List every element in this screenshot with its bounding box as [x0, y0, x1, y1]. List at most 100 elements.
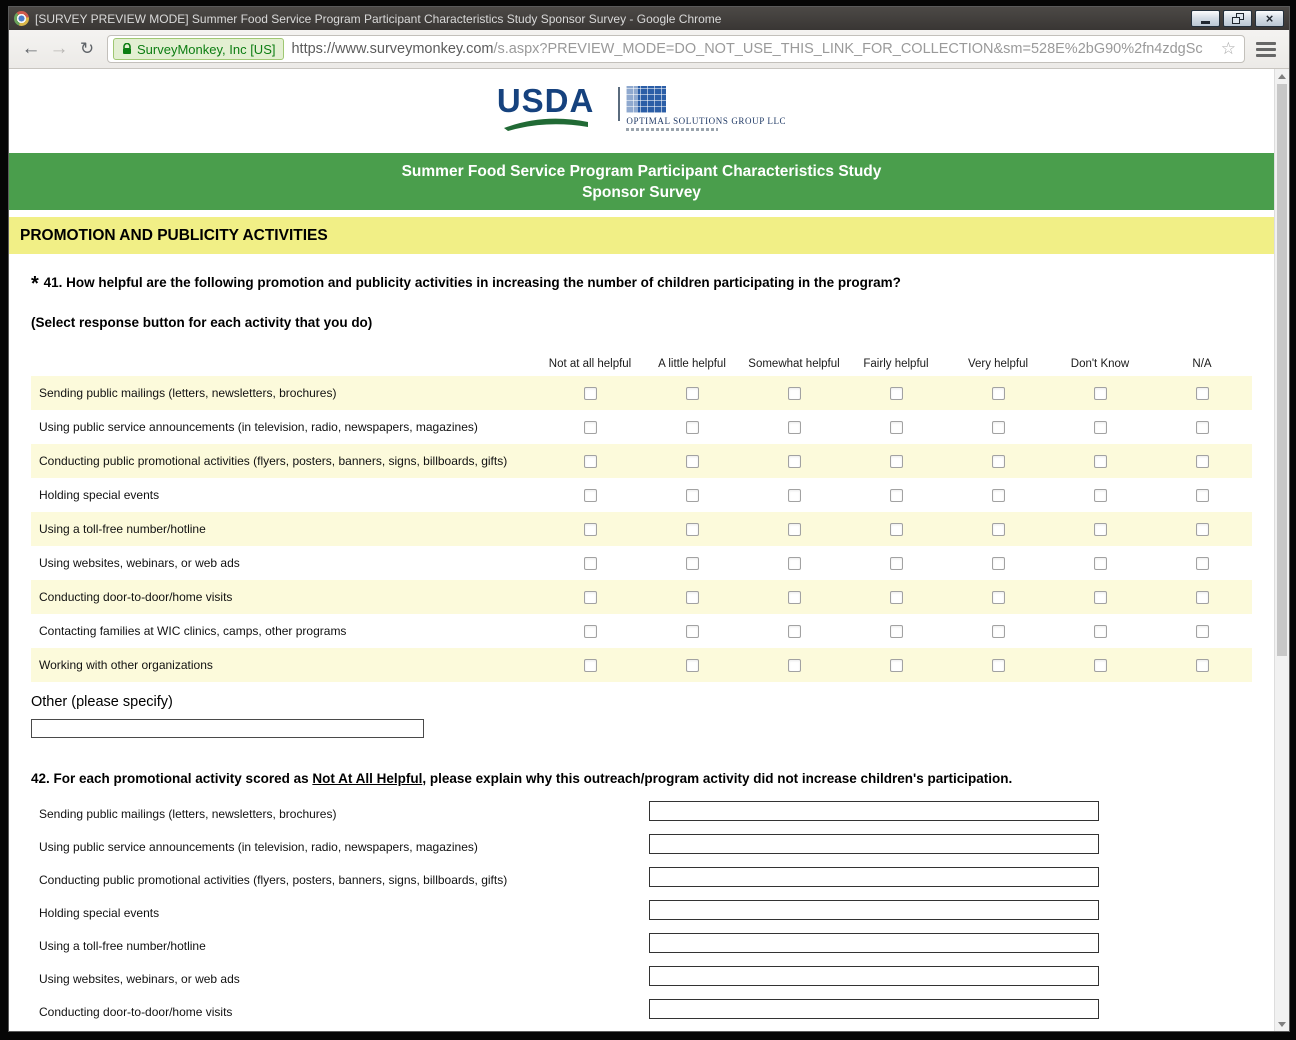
- checkbox[interactable]: [992, 557, 1005, 570]
- matrix-cell: [1151, 625, 1253, 638]
- checkbox[interactable]: [788, 659, 801, 672]
- checkbox[interactable]: [1094, 659, 1107, 672]
- address-bar[interactable]: SurveyMonkey, Inc [US] https://www.surve…: [107, 35, 1245, 63]
- checkbox[interactable]: [890, 625, 903, 638]
- checkbox[interactable]: [890, 523, 903, 536]
- checkbox[interactable]: [788, 421, 801, 434]
- checkbox[interactable]: [890, 659, 903, 672]
- restore-button[interactable]: [1223, 10, 1252, 27]
- survey-title-banner: Summer Food Service Program Participant …: [9, 153, 1274, 210]
- other-specify-input[interactable]: [31, 719, 424, 738]
- checkbox[interactable]: [584, 523, 597, 536]
- checkbox[interactable]: [788, 387, 801, 400]
- explain-input[interactable]: [649, 801, 1099, 821]
- checkbox[interactable]: [584, 591, 597, 604]
- checkbox[interactable]: [992, 523, 1005, 536]
- checkbox[interactable]: [788, 625, 801, 638]
- checkbox[interactable]: [890, 489, 903, 502]
- close-button[interactable]: ×: [1255, 10, 1284, 27]
- checkbox[interactable]: [1094, 489, 1107, 502]
- checkbox[interactable]: [788, 523, 801, 536]
- checkbox[interactable]: [584, 387, 597, 400]
- matrix-cell: [743, 591, 845, 604]
- checkbox[interactable]: [686, 557, 699, 570]
- checkbox[interactable]: [1094, 557, 1107, 570]
- explain-input[interactable]: [649, 933, 1099, 953]
- checkbox[interactable]: [992, 387, 1005, 400]
- checkbox[interactable]: [1094, 455, 1107, 468]
- checkbox[interactable]: [686, 421, 699, 434]
- checkbox[interactable]: [1196, 523, 1209, 536]
- checkbox[interactable]: [788, 591, 801, 604]
- checkbox[interactable]: [1196, 455, 1209, 468]
- checkbox[interactable]: [1196, 421, 1209, 434]
- scrollbar-thumb[interactable]: [1277, 84, 1287, 656]
- survey-page: USDA Optimal Solutions Group LLC: [9, 69, 1274, 1031]
- checkbox[interactable]: [1196, 387, 1209, 400]
- checkbox[interactable]: [686, 455, 699, 468]
- checkbox[interactable]: [1094, 591, 1107, 604]
- checkbox[interactable]: [992, 489, 1005, 502]
- matrix-cell: [743, 421, 845, 434]
- explain-input[interactable]: [649, 966, 1099, 986]
- checkbox[interactable]: [1094, 387, 1107, 400]
- matrix-cell: [641, 523, 743, 536]
- checkbox[interactable]: [1094, 421, 1107, 434]
- checkbox[interactable]: [890, 591, 903, 604]
- minimize-button[interactable]: [1191, 10, 1220, 27]
- matrix-cell: [845, 421, 947, 434]
- back-button[interactable]: ←: [17, 35, 45, 63]
- checkbox[interactable]: [992, 659, 1005, 672]
- checkbox[interactable]: [584, 455, 597, 468]
- checkbox[interactable]: [686, 523, 699, 536]
- explain-input[interactable]: [649, 834, 1099, 854]
- checkbox[interactable]: [1196, 625, 1209, 638]
- usda-wordmark: USDA: [497, 86, 595, 116]
- checkbox[interactable]: [584, 557, 597, 570]
- scroll-down-arrow[interactable]: [1275, 1017, 1289, 1031]
- osg-tagline: [626, 128, 718, 131]
- checkbox[interactable]: [890, 557, 903, 570]
- checkbox[interactable]: [584, 625, 597, 638]
- checkbox[interactable]: [584, 489, 597, 502]
- checkbox[interactable]: [992, 625, 1005, 638]
- explain-row: Using a toll-free number/hotline: [31, 932, 1252, 965]
- checkbox[interactable]: [992, 591, 1005, 604]
- checkbox[interactable]: [992, 455, 1005, 468]
- window-titlebar[interactable]: [SURVEY PREVIEW MODE] Summer Food Servic…: [9, 7, 1289, 30]
- checkbox[interactable]: [992, 421, 1005, 434]
- bookmark-star-icon[interactable]: ☆: [1221, 39, 1236, 59]
- matrix-cell: [641, 387, 743, 400]
- explain-input[interactable]: [649, 900, 1099, 920]
- chrome-menu-button[interactable]: [1251, 36, 1281, 62]
- checkbox[interactable]: [1196, 489, 1209, 502]
- osg-grid-icon: [626, 86, 666, 113]
- ev-secure-badge[interactable]: SurveyMonkey, Inc [US]: [113, 38, 284, 60]
- checkbox[interactable]: [1196, 659, 1209, 672]
- checkbox[interactable]: [1196, 557, 1209, 570]
- checkbox[interactable]: [686, 591, 699, 604]
- explain-input[interactable]: [649, 999, 1099, 1019]
- checkbox[interactable]: [686, 387, 699, 400]
- refresh-button[interactable]: ↻: [73, 35, 101, 63]
- forward-button[interactable]: →: [45, 35, 73, 63]
- scroll-up-arrow[interactable]: [1275, 69, 1289, 83]
- checkbox[interactable]: [686, 489, 699, 502]
- checkbox[interactable]: [788, 489, 801, 502]
- checkbox[interactable]: [584, 421, 597, 434]
- checkbox[interactable]: [584, 659, 597, 672]
- checkbox[interactable]: [890, 421, 903, 434]
- checkbox[interactable]: [788, 455, 801, 468]
- checkbox[interactable]: [788, 557, 801, 570]
- checkbox[interactable]: [890, 387, 903, 400]
- matrix-cell: [845, 625, 947, 638]
- checkbox[interactable]: [1094, 625, 1107, 638]
- vertical-scrollbar[interactable]: [1274, 69, 1289, 1031]
- checkbox[interactable]: [686, 625, 699, 638]
- matrix-cell: [947, 625, 1049, 638]
- explain-input[interactable]: [649, 867, 1099, 887]
- checkbox[interactable]: [1094, 523, 1107, 536]
- checkbox[interactable]: [686, 659, 699, 672]
- checkbox[interactable]: [890, 455, 903, 468]
- checkbox[interactable]: [1196, 591, 1209, 604]
